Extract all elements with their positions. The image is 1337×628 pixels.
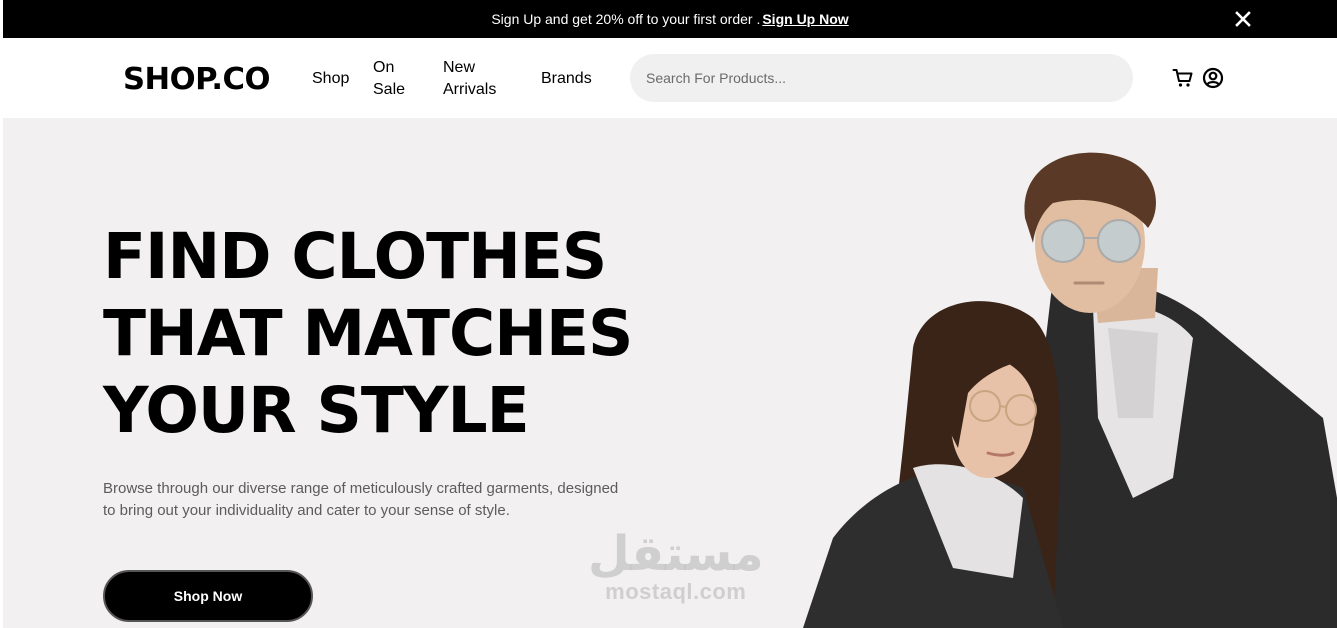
cart-icon[interactable] xyxy=(1172,68,1194,88)
page-edge xyxy=(0,0,3,628)
nav-link-on-sale-line2: Sale xyxy=(373,81,406,98)
logo[interactable]: SHOP.CO xyxy=(123,62,271,97)
watermark-latin: mostaql.com xyxy=(605,579,747,604)
page: Sign Up and get 20% off to your first or… xyxy=(0,0,1337,628)
nav-link-brands[interactable]: Brands xyxy=(541,68,592,90)
nav-link-shop[interactable]: Shop xyxy=(312,68,349,90)
hero-description-line: to bring out your individuality and cate… xyxy=(103,502,510,519)
nav-link-new-arrivals-line2: Arrivals xyxy=(443,81,497,98)
sign-up-link[interactable]: Sign Up Now xyxy=(762,11,848,27)
watermark: مستقل mostaql.com xyxy=(588,528,764,604)
search-bar[interactable] xyxy=(630,54,1133,102)
hero-description-line: Browse through our diverse range of meti… xyxy=(103,480,619,497)
hero-section: FIND CLOTHES THAT MATCHES YOUR STYLE Bro… xyxy=(3,118,1337,628)
promo-text: Sign Up and get 20% off to your first or… xyxy=(491,11,761,27)
watermark-arabic: مستقل xyxy=(588,526,764,582)
hero-title: FIND CLOTHES THAT MATCHES YOUR STYLE xyxy=(103,218,633,449)
hero-title-line: THAT MATCHES xyxy=(103,297,633,370)
hero-description: Browse through our diverse range of meti… xyxy=(103,478,663,522)
nav-link-new-arrivals-line1: New xyxy=(443,59,476,76)
shop-now-button[interactable]: Shop Now xyxy=(103,570,313,622)
navbar: SHOP.CO Shop On Sale New Arrivals Brands xyxy=(3,38,1337,118)
user-icon[interactable] xyxy=(1202,67,1224,89)
hero-image xyxy=(803,152,1337,628)
nav-link-new-arrivals[interactable]: New Arrivals xyxy=(443,57,496,101)
close-icon[interactable] xyxy=(1233,8,1253,30)
hero-title-line: YOUR STYLE xyxy=(103,374,530,447)
hero-title-line: FIND CLOTHES xyxy=(103,220,607,293)
search-input[interactable] xyxy=(646,70,1133,86)
nav-link-on-sale[interactable]: On Sale xyxy=(373,57,405,101)
promo-bar: Sign Up and get 20% off to your first or… xyxy=(3,0,1337,38)
nav-link-on-sale-line1: On xyxy=(373,59,395,76)
